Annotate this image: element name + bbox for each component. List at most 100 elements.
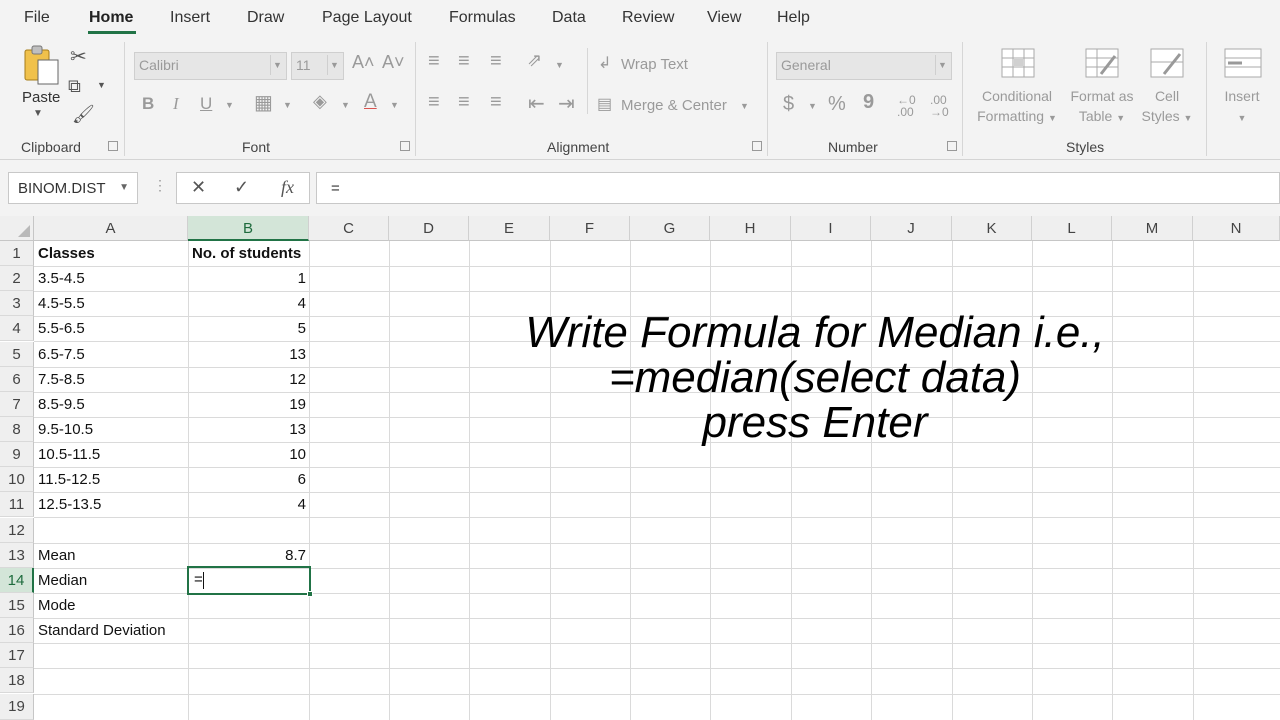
cell-b1[interactable]: No. of students xyxy=(192,241,301,266)
cell-a7[interactable]: 8.5-9.5 xyxy=(38,392,85,417)
align-bottom-icon[interactable]: ≡ xyxy=(490,50,502,73)
column-header-c[interactable]: C xyxy=(309,216,389,241)
chevron-down-icon[interactable]: ▼ xyxy=(283,100,292,110)
cell-b10[interactable]: 6 xyxy=(188,467,306,492)
cell-b7[interactable]: 19 xyxy=(188,392,306,417)
row-header[interactable]: 5 xyxy=(0,342,34,367)
tab-home[interactable]: Home xyxy=(89,9,133,27)
column-header-l[interactable]: L xyxy=(1032,216,1112,241)
column-header-f[interactable]: F xyxy=(550,216,630,241)
fill-handle[interactable] xyxy=(307,591,313,597)
column-header-d[interactable]: D xyxy=(389,216,469,241)
select-all-button[interactable] xyxy=(0,216,34,241)
underline-button[interactable]: U xyxy=(200,94,212,114)
enter-icon[interactable]: ✓ xyxy=(234,177,249,198)
copy-dropdown-icon[interactable]: ▼ xyxy=(97,80,106,90)
cancel-icon[interactable]: ✕ xyxy=(191,177,206,198)
cut-icon[interactable]: ✂ xyxy=(70,44,87,69)
cell-a11[interactable]: 12.5-13.5 xyxy=(38,492,101,517)
increase-decimal-icon[interactable]: ←0.00 xyxy=(897,94,916,118)
cell-b13[interactable]: 8.7 xyxy=(188,543,306,568)
paste-button[interactable]: Paste xyxy=(22,89,60,106)
cell-a16[interactable]: Standard Deviation xyxy=(38,618,166,643)
cell-b6[interactable]: 12 xyxy=(188,367,306,392)
cell-b8[interactable]: 13 xyxy=(188,417,306,442)
chevron-down-icon[interactable]: ▼ xyxy=(390,100,399,110)
cell-a8[interactable]: 9.5-10.5 xyxy=(38,417,93,442)
number-format-select[interactable]: General ▼ xyxy=(776,52,952,80)
row-header[interactable]: 7 xyxy=(0,392,34,417)
column-header-k[interactable]: K xyxy=(952,216,1032,241)
insert-button[interactable]: Insert ▼ xyxy=(1220,86,1264,128)
column-header-a[interactable]: A xyxy=(34,216,188,241)
merge-icon[interactable]: ▤ xyxy=(597,94,612,114)
align-left-icon[interactable]: ≡ xyxy=(428,91,440,114)
grow-font-button[interactable]: A˄ xyxy=(352,52,375,73)
fill-color-icon[interactable]: ◈ xyxy=(313,91,327,112)
conditional-formatting-icon[interactable] xyxy=(1001,48,1035,78)
tab-page-layout[interactable]: Page Layout xyxy=(322,9,412,27)
tab-view[interactable]: View xyxy=(707,9,741,27)
merge-center-button[interactable]: Merge & Center xyxy=(621,97,727,114)
row-header[interactable]: 6 xyxy=(0,367,34,392)
align-center-icon[interactable]: ≡ xyxy=(458,91,470,114)
copy-icon[interactable]: ⧉ xyxy=(68,76,81,97)
cell-b9[interactable]: 10 xyxy=(188,442,306,467)
column-header-h[interactable]: H xyxy=(710,216,791,241)
cell-a4[interactable]: 5.5-6.5 xyxy=(38,316,85,341)
cell-b5[interactable]: 13 xyxy=(188,342,306,367)
column-header-e[interactable]: E xyxy=(469,216,550,241)
row-header[interactable]: 17 xyxy=(0,643,34,668)
paste-icon[interactable] xyxy=(22,44,62,86)
cell-a3[interactable]: 4.5-5.5 xyxy=(38,291,85,316)
column-header-j[interactable]: J xyxy=(871,216,952,241)
conditional-formatting-button[interactable]: Conditional Formatting ▼ xyxy=(972,86,1062,128)
align-right-icon[interactable]: ≡ xyxy=(490,91,502,114)
comma-style-button[interactable]: 9 xyxy=(863,91,874,114)
cell-a5[interactable]: 6.5-7.5 xyxy=(38,342,85,367)
insert-cells-icon[interactable] xyxy=(1224,48,1262,78)
tab-formulas[interactable]: Formulas xyxy=(449,9,516,27)
cell-a10[interactable]: 11.5-12.5 xyxy=(38,467,100,492)
column-header-g[interactable]: G xyxy=(630,216,710,241)
tab-help[interactable]: Help xyxy=(777,9,810,27)
cell-b11[interactable]: 4 xyxy=(188,492,306,517)
chevron-down-icon[interactable]: ▼ xyxy=(119,182,129,193)
orientation-icon[interactable]: ⇗ xyxy=(527,50,542,71)
column-header-n[interactable]: N xyxy=(1193,216,1280,241)
font-launcher-icon[interactable] xyxy=(400,141,410,151)
cell-a1[interactable]: Classes xyxy=(38,241,95,266)
row-header[interactable]: 2 xyxy=(0,266,34,291)
decrease-decimal-icon[interactable]: .00 →0 xyxy=(930,94,949,118)
row-header[interactable]: 1 xyxy=(0,241,34,266)
font-size-select[interactable]: 11 ▼ xyxy=(291,52,344,80)
decrease-indent-icon[interactable]: ⇤ xyxy=(528,91,545,116)
font-color-button[interactable]: A xyxy=(364,91,377,113)
currency-button[interactable]: $ xyxy=(783,93,794,116)
cell-styles-button[interactable]: Cell Styles ▼ xyxy=(1134,86,1200,128)
paste-dropdown-icon[interactable]: ▼ xyxy=(33,108,43,119)
cell-a2[interactable]: 3.5-4.5 xyxy=(38,266,85,291)
format-painter-icon[interactable]: 🖌 xyxy=(72,104,95,125)
number-launcher-icon[interactable] xyxy=(947,141,957,151)
name-box[interactable]: BINOM.DIST ▼ xyxy=(8,172,138,204)
shrink-font-button[interactable]: A˅ xyxy=(382,52,405,73)
chevron-down-icon[interactable]: ▼ xyxy=(341,100,350,110)
cell-a13[interactable]: Mean xyxy=(38,543,76,568)
row-header[interactable]: 12 xyxy=(0,518,34,543)
row-header[interactable]: 3 xyxy=(0,291,34,316)
column-header-i[interactable]: I xyxy=(791,216,871,241)
align-top-icon[interactable]: ≡ xyxy=(428,50,440,73)
percent-button[interactable]: % xyxy=(828,93,846,116)
row-header[interactable]: 13 xyxy=(0,543,34,568)
chevron-down-icon[interactable]: ▼ xyxy=(808,101,817,111)
row-header[interactable]: 11 xyxy=(0,492,34,517)
format-as-table-button[interactable]: Format as Table ▼ xyxy=(1062,86,1142,128)
cell-b4[interactable]: 5 xyxy=(188,316,306,341)
tab-insert[interactable]: Insert xyxy=(170,9,210,27)
cell-b3[interactable]: 4 xyxy=(188,291,306,316)
formula-input[interactable]: = xyxy=(316,172,1280,204)
cell-a6[interactable]: 7.5-8.5 xyxy=(38,367,85,392)
chevron-down-icon[interactable]: ▼ xyxy=(225,100,234,110)
wrap-text-button[interactable]: Wrap Text xyxy=(621,56,688,73)
